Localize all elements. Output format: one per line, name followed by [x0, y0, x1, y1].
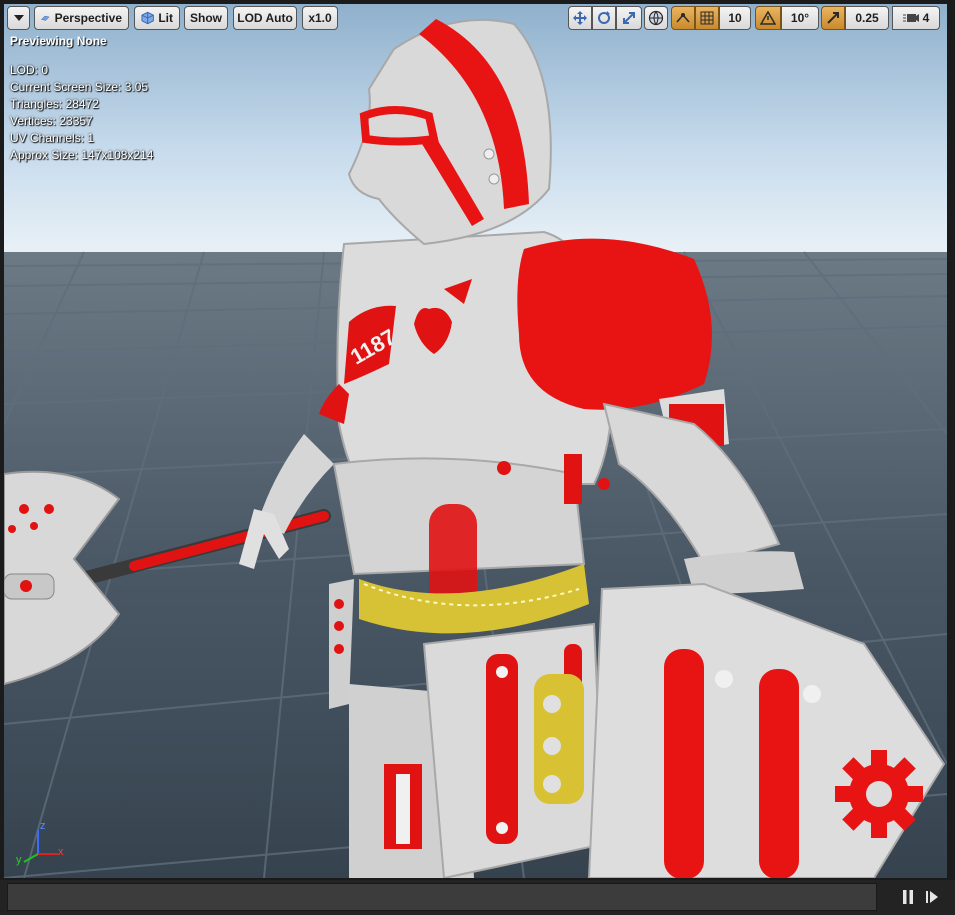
viewport-options-button[interactable]: [7, 6, 30, 30]
stat-uv-channels: UV Channels: 1: [10, 131, 95, 145]
axis-label-x: x: [58, 846, 64, 858]
stat-approx-size: Approx Size: 147x108x214: [10, 148, 154, 162]
scale-snap-group: 0.25: [821, 6, 889, 30]
dropdown-icon: [13, 14, 24, 21]
camera-speed-group: 4: [892, 6, 940, 30]
scale-snap-toggle[interactable]: [821, 6, 845, 30]
rotation-snap-value: 10°: [790, 11, 810, 25]
translate-icon: [573, 11, 587, 25]
perspective-label: Perspective: [54, 11, 122, 25]
transform-mode-group: [568, 6, 642, 30]
scale-button[interactable]: [616, 6, 642, 30]
camera-speed-dropdown[interactable]: 4: [892, 6, 940, 30]
rotation-snap-toggle[interactable]: [755, 6, 781, 30]
grid-icon: [700, 11, 714, 25]
rotation-snap-icon: [760, 11, 776, 25]
perspective-button[interactable]: Perspective: [34, 6, 129, 30]
previewing-title: Previewing None: [10, 34, 107, 48]
playback-speed-label: x1.0: [308, 11, 332, 25]
camera-speed-icon: [902, 14, 919, 22]
lit-button[interactable]: Lit: [134, 6, 180, 30]
grid-snap-value: 10: [728, 11, 742, 25]
scale-snap-icon: [827, 12, 839, 24]
stat-lod: LOD: 0: [10, 63, 49, 77]
step-forward-icon: [926, 891, 938, 903]
stats-panel: LOD: 0 Current Screen Size: 3.05 Triangl…: [10, 62, 153, 164]
step-forward-button[interactable]: [921, 886, 943, 908]
surface-snap-button[interactable]: [671, 6, 695, 30]
axis-label-y: y: [16, 854, 22, 866]
location-snap-group: 10: [671, 6, 751, 30]
translate-button[interactable]: [568, 6, 592, 30]
lit-label: Lit: [158, 11, 173, 25]
perspective-icon: [41, 15, 50, 21]
pause-icon: [903, 890, 913, 904]
rotate-icon: [598, 11, 610, 24]
lit-cube-icon: [141, 11, 154, 25]
scale-snap-value-dropdown[interactable]: 0.25: [845, 6, 889, 30]
show-button[interactable]: Show: [184, 6, 228, 30]
rotate-button[interactable]: [592, 6, 616, 30]
surface-snap-icon: [676, 13, 690, 23]
grid-snap-value-dropdown[interactable]: 10: [719, 6, 751, 30]
lod-button[interactable]: LOD Auto: [233, 6, 297, 30]
stat-vertices: Vertices: 23357: [10, 114, 93, 128]
timeline-scrubber[interactable]: [7, 883, 877, 911]
camera-speed-value: 4: [922, 11, 930, 25]
grid-snap-toggle[interactable]: [695, 6, 719, 30]
show-label: Show: [190, 11, 222, 25]
world-space-icon: [648, 10, 664, 26]
pause-button[interactable]: [897, 886, 919, 908]
axis-label-z: z: [40, 820, 46, 832]
lod-label: LOD Auto: [237, 11, 293, 25]
scale-snap-value: 0.25: [855, 11, 879, 25]
rotation-snap-value-dropdown[interactable]: 10°: [781, 6, 819, 30]
rotation-snap-group: 10°: [755, 6, 819, 30]
playback-speed-button[interactable]: x1.0: [302, 6, 338, 30]
coordinate-space-button[interactable]: [644, 6, 668, 30]
stat-screen-size: Current Screen Size: 3.05: [10, 80, 149, 94]
scale-icon: [623, 12, 635, 24]
stat-triangles: Triangles: 28472: [10, 97, 99, 111]
